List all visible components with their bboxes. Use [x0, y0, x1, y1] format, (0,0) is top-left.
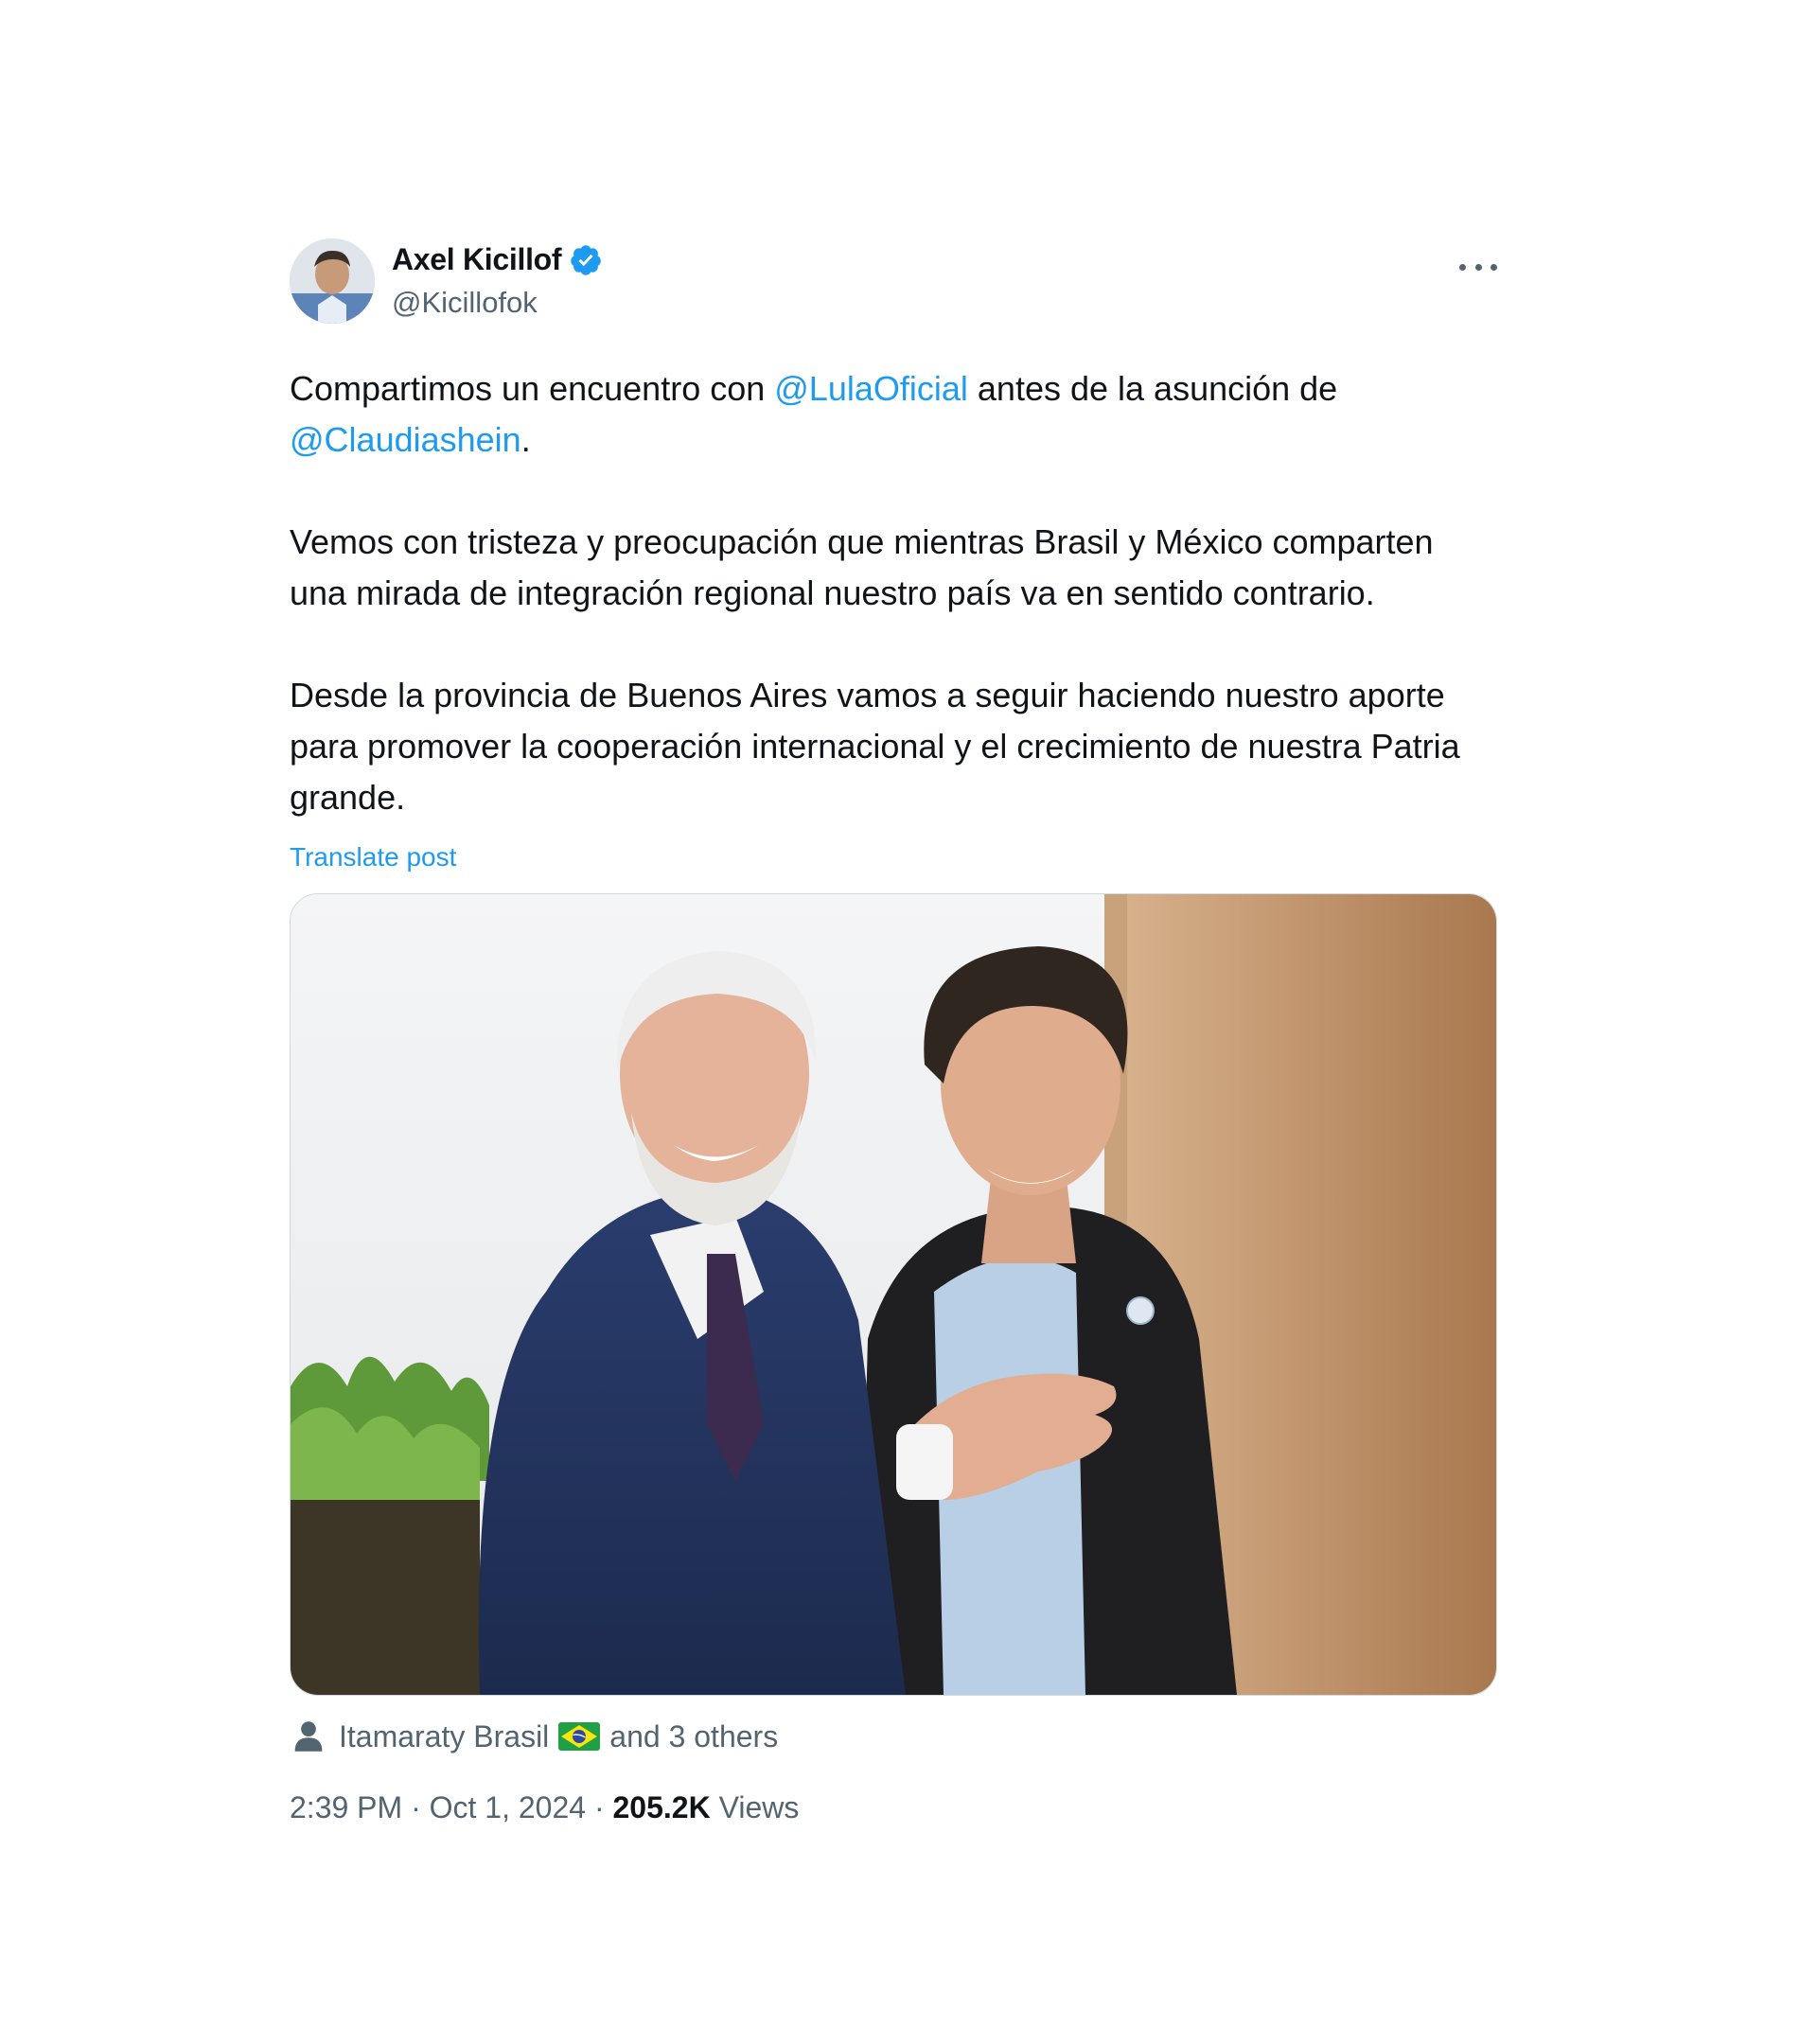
views-label: Views	[710, 1790, 800, 1824]
views-count: 205.2K	[612, 1790, 711, 1824]
more-options-icon[interactable]	[1459, 256, 1497, 278]
tweet-photo[interactable]	[290, 893, 1497, 1696]
brazil-flag-icon	[558, 1722, 601, 1751]
photo-image	[291, 894, 1496, 1695]
post-time[interactable]: 2:39 PM	[290, 1790, 402, 1824]
tagged-name[interactable]: Itamaraty Brasil	[339, 1719, 549, 1754]
tweet-header: Axel Kicillof @Kicillofok	[290, 238, 1497, 326]
tagged-others[interactable]: and 3 others	[609, 1719, 778, 1754]
tweet-paragraph-3: Desde la provincia de Buenos Aires vamos…	[290, 676, 1460, 817]
tweet-text: Compartimos un encuentro con @LulaOficia…	[290, 363, 1497, 823]
text-segment: .	[520, 420, 531, 459]
tweet-meta: 2:39 PM · Oct 1, 2024 · 205.2K Views	[290, 1790, 1497, 1825]
text-segment: Compartimos un encuentro con	[290, 369, 775, 408]
author-name[interactable]: Axel Kicillof	[392, 242, 562, 277]
verified-badge-icon	[571, 244, 602, 275]
tweet-paragraph-1: Compartimos un encuentro con @LulaOficia…	[290, 363, 1497, 466]
text-segment: antes de la asunción de	[967, 369, 1338, 408]
meta-separator: ·	[402, 1790, 430, 1824]
avatar[interactable]	[290, 238, 375, 324]
translate-post-link[interactable]: Translate post	[290, 842, 1497, 872]
person-icon	[294, 1721, 323, 1752]
tweet-paragraph-2: Vemos con tristeza y preocupación que mi…	[290, 522, 1434, 612]
mention-link-claudia[interactable]: @Claudiashein	[290, 420, 521, 459]
author-handle[interactable]: @Kicillofok	[392, 286, 538, 320]
mention-link-lula[interactable]: @LulaOficial	[774, 369, 968, 408]
tagged-people-row[interactable]: Itamaraty Brasil and 3 others	[290, 1711, 1497, 1762]
author-name-row: Axel Kicillof	[392, 242, 603, 277]
meta-separator: ·	[586, 1790, 613, 1824]
tweet-card: Axel Kicillof @Kicillofok Compartimos un…	[290, 238, 1497, 1825]
post-date[interactable]: Oct 1, 2024	[430, 1790, 586, 1824]
avatar-image	[290, 238, 375, 324]
